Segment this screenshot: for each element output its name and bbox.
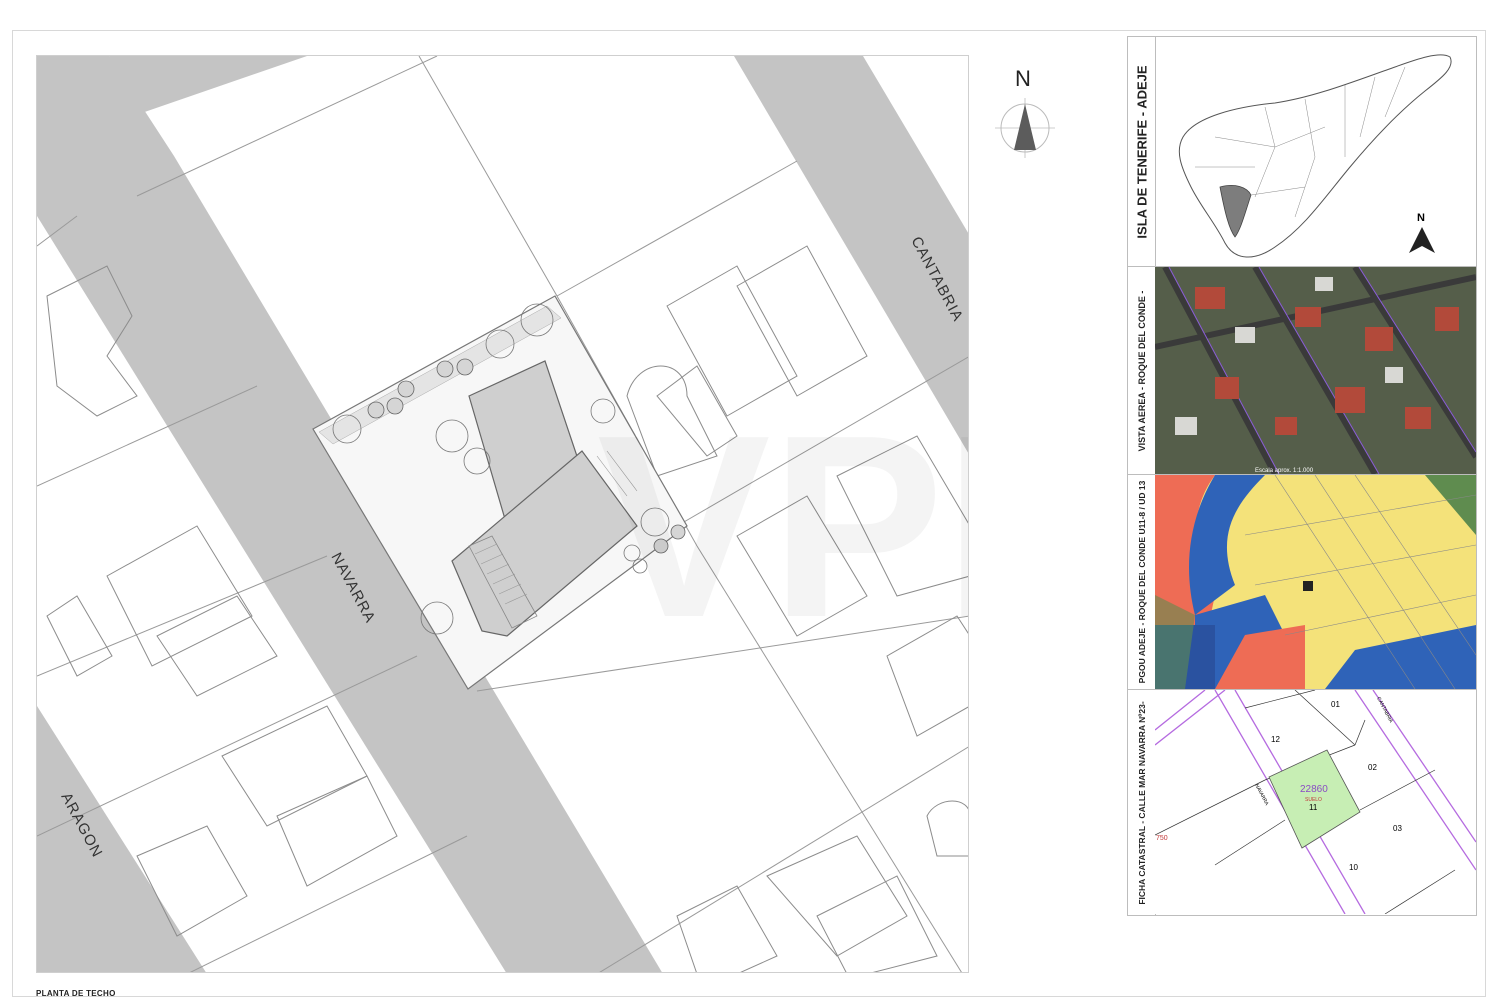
plot-10: 10 <box>1349 863 1358 872</box>
plot-12: 12 <box>1271 735 1280 744</box>
tenerife-label: ISLA DE TENERIFE - ADEJE <box>1134 64 1149 239</box>
plot-02: 02 <box>1368 763 1377 772</box>
aerial-label: VISTA AEREA - ROQUE DEL CONDE - <box>1136 290 1147 451</box>
roof-plan-drawing: VPI NAVARRA CANTABRIA ARAGON <box>36 55 969 973</box>
cadastral-label-col: FICHA CATASTRAL - CALLE MAR NAVARRA Nº23… <box>1128 690 1156 915</box>
tenerife-map-row: ISLA DE TENERIFE - ADEJE N <box>1128 37 1476 267</box>
plan-title: PLANTA DE TECHO <box>36 989 116 998</box>
street-upper-connector <box>109 56 307 116</box>
aerial-caption: Escala aprox. 1:1.000 <box>1255 468 1314 474</box>
watermark: VPI <box>597 382 969 672</box>
reference-panel: ISLA DE TENERIFE - ADEJE N VISTA AEREA -… <box>1127 36 1477 916</box>
cadastral-map: 22860 SUELO 01 02 03 10 11 12 750 NAVARR… <box>1155 690 1476 915</box>
pgou-map-svg <box>1155 475 1476 689</box>
aerial-photo: Escala aprox. 1:1.000 <box>1155 267 1476 474</box>
cadastral-parcel-ref: 22860 <box>1300 784 1328 795</box>
plot-01: 01 <box>1331 700 1340 709</box>
aerial-view-row: VISTA AEREA - ROQUE DEL CONDE - Escala a… <box>1128 267 1476 475</box>
aerial-label-col: VISTA AEREA - ROQUE DEL CONDE - <box>1128 267 1156 474</box>
north-indicator: N <box>995 62 1055 162</box>
north-label: N <box>1015 66 1031 91</box>
tenerife-label-col: ISLA DE TENERIFE - ADEJE <box>1128 37 1156 266</box>
cadastral-edge-ref: 750 <box>1156 835 1168 842</box>
tenerife-map: N <box>1155 37 1476 266</box>
tenerife-north-arrow-icon <box>1409 227 1435 253</box>
cadastral-label: FICHA CATASTRAL - CALLE MAR NAVARRA Nº23… <box>1136 700 1147 905</box>
plot-11: 11 <box>1309 803 1318 812</box>
cadastral-row: FICHA CATASTRAL - CALLE MAR NAVARRA Nº23… <box>1128 690 1476 915</box>
aerial-photo-svg: Escala aprox. 1:1.000 <box>1155 267 1476 474</box>
cadastral-map-svg: 22860 SUELO 01 02 03 10 11 12 750 NAVARR… <box>1155 690 1476 914</box>
pgou-map <box>1155 475 1476 689</box>
north-arrow-icon <box>995 98 1055 158</box>
site-plan-svg: VPI NAVARRA CANTABRIA ARAGON <box>37 56 969 972</box>
pgou-label: PGOU ADEJE - ROQUE DEL CONDE U11-8 / UD … <box>1136 480 1147 684</box>
pgou-row: PGOU ADEJE - ROQUE DEL CONDE U11-8 / UD … <box>1128 475 1476 690</box>
tenerife-island-map: N <box>1178 54 1452 258</box>
tenerife-north-label: N <box>1417 212 1425 224</box>
plot-03: 03 <box>1393 824 1402 833</box>
pgou-label-col: PGOU ADEJE - ROQUE DEL CONDE U11-8 / UD … <box>1128 475 1156 689</box>
